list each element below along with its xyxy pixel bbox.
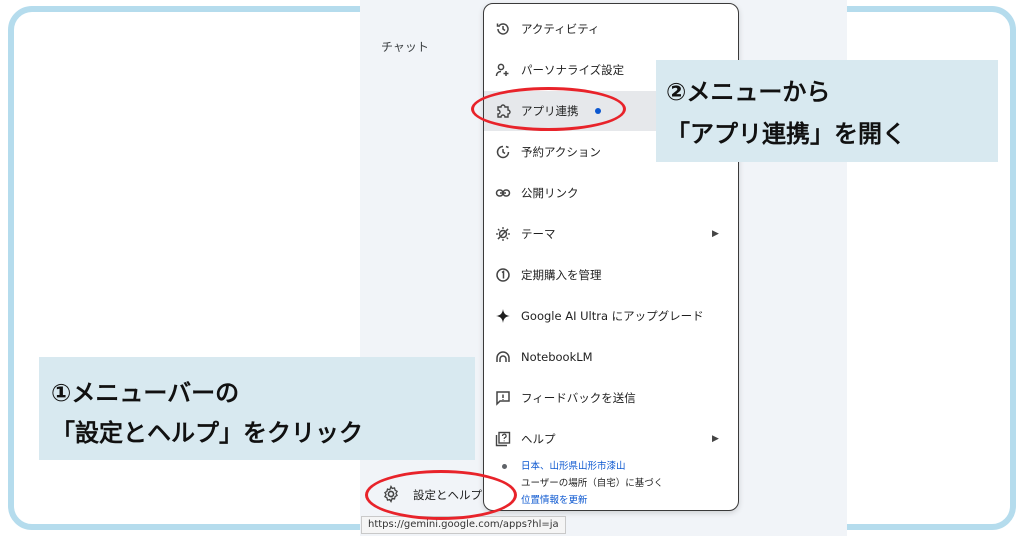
sparkle-icon: [494, 307, 512, 325]
menu-item-send-feedback[interactable]: フィードバックを送信: [484, 378, 738, 418]
theme-icon: [494, 225, 512, 243]
history-icon: [494, 20, 512, 38]
callout-step2-line1: ②メニューから: [666, 78, 831, 106]
submenu-arrow-icon: ▶: [712, 434, 719, 444]
menu-item-label: 定期購入を管理: [521, 268, 602, 282]
link-icon: [494, 184, 512, 202]
callout-step1: ①メニューバーの 「設定とヘルプ」をクリック: [39, 357, 475, 460]
notebooklm-icon: [494, 348, 512, 366]
submenu-arrow-icon: ▶: [712, 229, 719, 239]
menu-item-help[interactable]: ヘルプ ▶: [484, 419, 738, 459]
location-dot-icon: [502, 464, 507, 469]
menu-item-public-links[interactable]: 公開リンク: [484, 173, 738, 213]
menu-item-label: フィードバックを送信: [521, 391, 636, 405]
menu-item-label: パーソナライズ設定: [521, 63, 625, 77]
menu-item-label: NotebookLM: [521, 350, 593, 364]
update-location-link[interactable]: 位置情報を更新: [521, 492, 588, 506]
highlight-oval-settings: [365, 470, 517, 520]
person-settings-icon: [494, 61, 512, 79]
feedback-icon: [494, 389, 512, 407]
menu-item-activity[interactable]: アクティビティ: [484, 9, 738, 49]
sidebar-item-chat[interactable]: チャット: [381, 38, 429, 55]
menu-item-upgrade[interactable]: Google AI Ultra にアップグレード: [484, 296, 738, 336]
menu-item-label: ヘルプ: [521, 432, 556, 446]
callout-step2: ②メニューから 「アプリ連携」を開く: [656, 60, 998, 162]
highlight-oval-app-integrations: [471, 87, 626, 131]
menu-item-label: テーマ: [521, 227, 556, 241]
location-place[interactable]: 日本、山形県山形市漆山: [521, 458, 626, 472]
menu-item-label: 予約アクション: [521, 145, 601, 159]
callout-step1-line2: 「設定とヘルプ」をクリック: [51, 419, 363, 447]
callout-step2-line2: 「アプリ連携」を開く: [666, 120, 906, 148]
menu-item-theme[interactable]: テーマ ▶: [484, 214, 738, 254]
help-icon: [494, 430, 512, 448]
menu-item-notebooklm[interactable]: NotebookLM: [484, 337, 738, 377]
scheduled-icon: [494, 143, 512, 161]
subscription-icon: [494, 266, 512, 284]
location-basis: ユーザーの場所（自宅）に基づく: [521, 478, 664, 489]
menu-item-label: Google AI Ultra にアップグレード: [521, 309, 704, 323]
callout-step1-line1: ①メニューバーの: [51, 379, 240, 407]
menu-item-manage-subscription[interactable]: 定期購入を管理: [484, 255, 738, 295]
menu-item-label: アクティビティ: [521, 22, 600, 36]
menu-item-label: 公開リンク: [521, 186, 579, 200]
